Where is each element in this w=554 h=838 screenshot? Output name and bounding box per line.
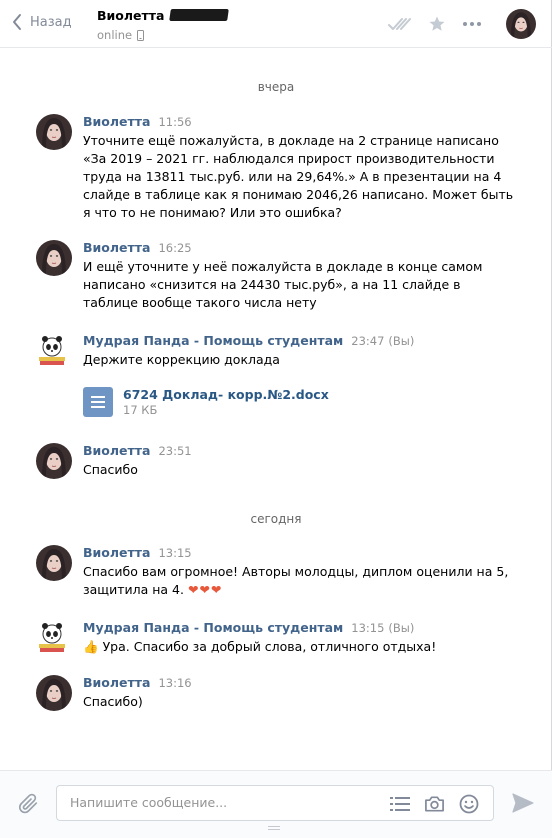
message-author[interactable]: Виолетта [83,675,150,690]
list-icon[interactable] [390,795,410,813]
send-button[interactable] [512,793,534,816]
message-text: И ещё уточните у неё пожалуйста в доклад… [83,259,483,310]
message-author[interactable]: Мудрая Панда - Помощь студентам [83,333,343,348]
message-text: Спасибо вам огромное! Авторы молодцы, ди… [83,564,509,597]
avatar[interactable] [36,675,72,711]
message-input-box [56,785,494,821]
document-name[interactable]: 6724 Доклад- корр.№2.docx [123,387,329,403]
input-actions [390,794,479,814]
message-author[interactable]: Виолетта [83,114,150,129]
day-separator: вчера [257,80,295,94]
peer-name[interactable]: Виолетта [97,8,230,23]
message-author[interactable]: Виолетта [83,443,150,458]
own-message-tag: (Вы) [388,621,415,635]
redaction-mark [169,9,230,21]
camera-icon[interactable] [424,795,445,813]
avatar[interactable] [36,443,72,479]
day-separator: сегодня [250,512,302,526]
emoji-icon[interactable] [459,794,479,814]
star-icon[interactable] [428,15,446,33]
message-text-wrap: 👍 Ура. Спасибо за добрый слова, отличног… [83,638,516,656]
message-text: Держите коррекцию доклада [83,352,280,367]
resize-handle[interactable] [268,826,280,830]
avatar[interactable] [36,114,72,150]
chat-header: Назад Виолетта online [0,0,552,48]
chat-window: Назад Виолетта online вчера Виолетта 11:5… [0,0,552,838]
peer-avatar[interactable] [506,9,536,39]
peer-status: online [97,28,145,42]
back-label: Назад [30,14,72,30]
message-time[interactable]: 23:47 [351,334,384,348]
message-text-wrap: Спасибо вам огромное! Авторы молодцы, ди… [83,563,516,599]
message-author[interactable]: Мудрая Панда - Помощь студентам [83,620,343,635]
more-icon[interactable] [462,21,482,27]
message-input[interactable] [70,795,370,810]
message-time[interactable]: 13:16 [158,676,191,690]
avatar[interactable] [36,545,72,581]
message-text: Ура. Спасибо за добрый слова, отличного … [102,639,437,654]
panda-avatar[interactable] [36,620,72,656]
document-attachment[interactable]: 6724 Доклад- корр.№2.docx 17 КБ [83,387,329,418]
message-time[interactable]: 16:25 [158,241,191,255]
message-text: Спасибо) [83,694,143,709]
message-time[interactable]: 13:15 [351,621,384,635]
message-text: Уточните ещё пожалуйста, в докладе на 2 … [83,133,514,220]
message-author[interactable]: Виолетта [83,240,150,255]
panda-avatar[interactable] [36,333,72,369]
chevron-left-icon [13,14,21,30]
thumbs-up-emoji: 👍 [83,639,99,654]
own-message-tag: (Вы) [388,334,415,348]
message-time[interactable]: 11:56 [158,115,191,129]
message-time[interactable]: 13:15 [158,546,191,560]
message-time[interactable]: 23:51 [158,444,191,458]
avatar[interactable] [36,240,72,276]
paperclip-icon [18,793,38,814]
double-check-icon[interactable] [388,16,412,32]
document-icon [83,387,113,417]
back-button[interactable]: Назад [12,13,72,31]
message-text: Спасибо [83,462,138,477]
phone-icon [137,29,145,41]
attach-button[interactable] [18,793,40,818]
heart-emoji: ❤❤❤ [187,582,223,597]
send-icon [512,793,534,813]
document-size: 17 КБ [123,403,158,417]
header-actions [388,15,482,33]
message-author[interactable]: Виолетта [83,545,150,560]
